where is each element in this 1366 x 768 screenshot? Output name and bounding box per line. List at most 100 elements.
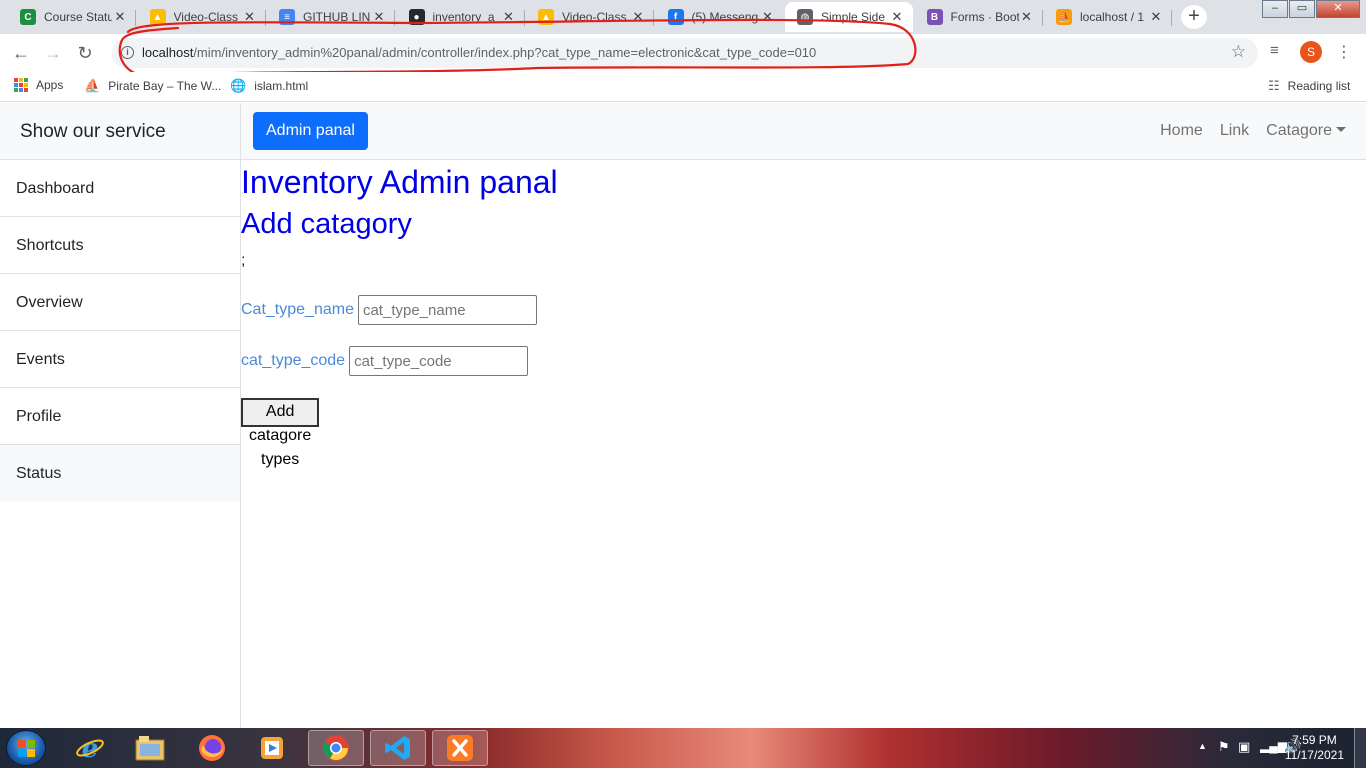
chrome-icon[interactable] <box>308 730 364 766</box>
tab-title: Video-Class <box>562 10 627 24</box>
reload-icon[interactable]: ↻ <box>74 42 96 64</box>
new-tab-button[interactable]: + <box>1181 5 1207 29</box>
add-catagore-types-button[interactable]: Add catagore types <box>241 398 320 468</box>
start-button[interactable] <box>6 730 46 766</box>
close-tab-icon[interactable]: ✕ <box>242 9 258 25</box>
tab-title: Simple Side <box>821 10 886 24</box>
drive-icon: ▲ <box>149 9 166 25</box>
internet-explorer-icon[interactable]: e <box>62 730 118 766</box>
close-tab-icon[interactable]: ✕ <box>1148 9 1164 25</box>
windows-logo-icon <box>18 740 35 757</box>
bookmark-pirate-bay[interactable]: ⛵ Pirate Bay – The W... <box>84 78 221 94</box>
show-desktop-button[interactable] <box>1354 728 1366 768</box>
sidebar: Show our service Dashboard Shortcuts Ove… <box>0 103 241 728</box>
bookmark-label: islam.html <box>254 79 309 93</box>
sidebar-item-shortcuts[interactable]: Shortcuts <box>0 217 240 274</box>
svg-text:e: e <box>82 734 99 763</box>
bookmark-star-icon[interactable]: ☆ <box>1231 42 1246 62</box>
reading-list[interactable]: ☷ Reading list <box>1268 78 1350 94</box>
tab-separator <box>653 10 654 26</box>
url-host: localhost <box>142 45 194 60</box>
facebook-icon: f <box>667 9 684 25</box>
close-tab-icon[interactable]: ✕ <box>630 9 646 25</box>
action-center-flag-icon[interactable]: ⚑ <box>1218 739 1230 755</box>
tab-separator <box>1041 10 1043 26</box>
top-navbar: Admin panal Home Link Catagore <box>241 103 1366 160</box>
sidebar-item-status[interactable]: Status <box>0 445 240 502</box>
browser-tab[interactable]: ▲ Video-Class ✕ <box>138 2 266 32</box>
vscode-icon[interactable] <box>370 730 426 766</box>
apps-grid-icon <box>14 78 28 92</box>
clock[interactable]: 7:59 PM 11/17/2021 <box>1285 733 1344 763</box>
browser-tab[interactable]: f (5) Messeng ✕ <box>656 2 784 32</box>
firefox-icon[interactable] <box>184 730 240 766</box>
browser-tab[interactable]: C Course Statu ✕ <box>8 2 136 32</box>
bookmark-islam[interactable]: 🌐 islam.html <box>230 78 308 94</box>
maximize-button[interactable]: ▭ <box>1289 0 1315 18</box>
nav-catagore-dropdown[interactable]: Catagore <box>1266 122 1346 140</box>
back-icon[interactable]: ← <box>10 42 32 64</box>
forward-icon[interactable]: → <box>42 42 64 64</box>
sidebar-item-overview[interactable]: Overview <box>0 274 240 331</box>
device-icon[interactable]: ▣ <box>1238 739 1250 755</box>
sidebar-item-events[interactable]: Events <box>0 331 240 388</box>
close-tab-icon[interactable]: ✕ <box>501 9 517 25</box>
stray-text: ; <box>241 252 246 269</box>
media-player-icon[interactable] <box>244 730 300 766</box>
dropdown-label: Catagore <box>1266 122 1332 139</box>
globe-icon: 🌐 <box>230 78 247 93</box>
sidebar-brand: Show our service <box>0 103 240 160</box>
sidebar-item-profile[interactable]: Profile <box>0 388 240 445</box>
url-text[interactable]: localhost/mim/inventory_admin%20panal/ad… <box>142 45 816 60</box>
cat-type-name-input[interactable] <box>357 295 537 325</box>
phpmyadmin-icon: ⛵ <box>1056 9 1072 25</box>
clock-date: 11/17/2021 <box>1284 748 1344 762</box>
browser-tab[interactable]: ≡ GITHUB LIN ✕ <box>267 2 395 32</box>
address-bar[interactable]: i localhost/mim/inventory_admin%20panal/… <box>112 38 1258 68</box>
network-signal-icon[interactable]: ▂▄▆ <box>1260 739 1287 753</box>
close-tab-icon[interactable]: ✕ <box>1019 9 1035 25</box>
media-control-icon[interactable]: ≡ <box>1270 42 1279 59</box>
tab-title: inventory_a <box>432 10 495 24</box>
minimize-button[interactable]: – <box>1262 0 1288 18</box>
close-tab-icon[interactable]: ✕ <box>760 9 776 25</box>
browser-tab[interactable]: ◍ Simple Side ✕ <box>785 2 913 32</box>
cat-type-name-label: Cat_type_name <box>241 301 354 318</box>
tab-title: (5) Messeng <box>691 10 759 24</box>
tab-strip: C Course Statu ✕ ▲ Video-Class ✕ ≡ GITHUB LIN ✕ ●… <box>0 0 1366 34</box>
profile-avatar[interactable]: S <box>1300 41 1322 63</box>
browser-tab[interactable]: ▲ Video-Class ✕ <box>526 2 654 32</box>
nav-link-link[interactable]: Link <box>1220 122 1249 140</box>
file-explorer-icon[interactable] <box>122 730 178 766</box>
close-tab-icon[interactable]: ✕ <box>889 9 905 25</box>
windows-taskbar: e ▲ ⚑ ▣ ▂▄▆ 🔊 7:59 PM 11/17/2021 <box>0 728 1366 768</box>
page-subtitle: Add catagory <box>241 208 412 240</box>
site-info-icon[interactable]: i <box>121 46 134 59</box>
menu-kebab-icon[interactable]: ⋮ <box>1336 42 1352 62</box>
close-tab-icon[interactable]: ✕ <box>371 9 387 25</box>
tab-title: localhost / 1 <box>1080 10 1145 24</box>
browser-tab[interactable]: ⛵ localhost / 1 ✕ <box>1044 2 1172 32</box>
xampp-icon[interactable] <box>432 730 488 766</box>
bookmark-label: Pirate Bay – The W... <box>108 79 222 93</box>
bookmark-apps[interactable]: Apps <box>14 78 63 92</box>
course-icon: C <box>20 9 36 25</box>
globe-icon: ◍ <box>797 9 813 25</box>
browser-tab[interactable]: ● inventory_a ✕ <box>397 2 525 32</box>
nav-home-link[interactable]: Home <box>1160 122 1203 140</box>
close-tab-icon[interactable]: ✕ <box>112 9 128 25</box>
close-window-button[interactable]: ✕ <box>1316 0 1360 18</box>
bookmark-label: Apps <box>36 78 64 92</box>
browser-tab[interactable]: B Forms · Boot ✕ <box>915 2 1043 32</box>
tab-title: Video-Class <box>173 10 238 24</box>
cat-type-code-input[interactable] <box>349 346 529 376</box>
sidebar-item-dashboard[interactable]: Dashboard <box>0 160 240 217</box>
admin-panal-button[interactable]: Admin panal <box>253 112 368 150</box>
show-hidden-icons[interactable]: ▲ <box>1198 741 1207 751</box>
tab-separator <box>135 10 136 26</box>
tab-title: GITHUB LIN <box>303 10 371 24</box>
caret-down-icon <box>1336 127 1346 132</box>
nav-links: Home Link Catagore <box>1143 122 1346 140</box>
url-path: /mim/inventory_admin%20panal/admin/contr… <box>193 45 817 60</box>
docs-icon: ≡ <box>279 9 295 25</box>
